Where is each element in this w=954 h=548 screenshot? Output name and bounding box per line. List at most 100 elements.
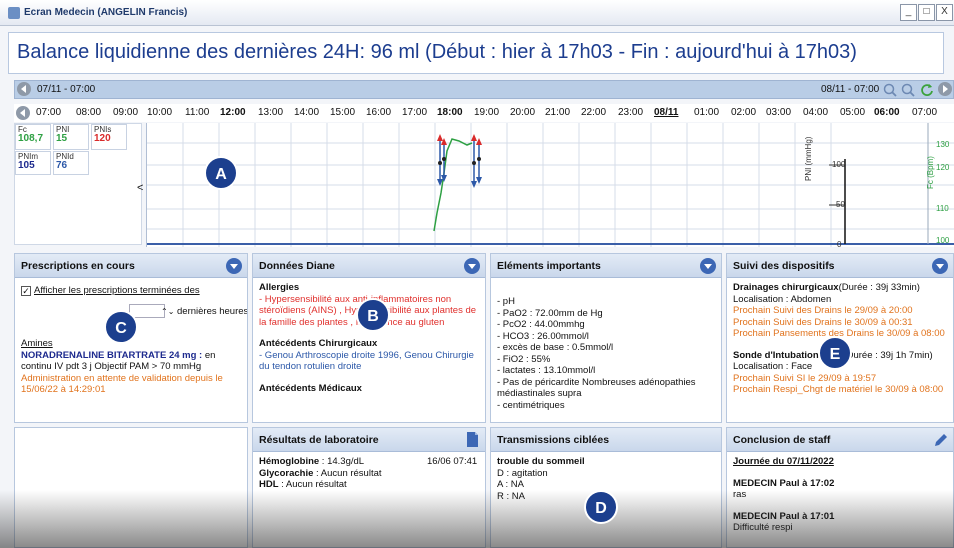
document-icon[interactable] [466,431,479,448]
intubation-next-item[interactable]: Prochain Respi_Chgt de matériel le 30/09… [733,384,949,396]
vital-pnim[interactable]: PNIm 105 [15,151,51,175]
intubation-duration: (Durée : 39j 1h 7min) [843,349,933,361]
show-finished-checkbox[interactable]: ✓ [21,286,31,296]
range-prev-icon[interactable] [17,82,31,96]
vital-fc[interactable]: Fc 108,7 [15,124,51,150]
hour-label: 05:00 [840,107,866,118]
key-element-line: - Pas de péricardite Nombreuses adénopat… [497,376,696,400]
lab-results-title: Résultats de laboratoire [259,434,379,446]
lab-results-panel: Résultats de laboratoire Hémoglobine : 1… [252,427,486,548]
conclusion-author: MEDECIN Paul à 17:01 [733,510,835,522]
hour-label: 14:00 [294,107,320,118]
conclusion-date: Journée du 07/11/2022 [733,456,834,467]
note-line: A : NA [497,479,524,490]
window-title: Ecran Medecin (ANGELIN Francis) [24,7,188,18]
drain-duration: (Durée : 39j 33min) [838,282,920,293]
marker-b: B [356,298,390,332]
note-line: D : agitation [497,467,548,479]
device-tracking-title: Suivi des dispositifs [733,260,835,272]
pni-series [437,134,482,188]
hour-label: 18:00 [437,107,463,118]
edit-pencil-icon[interactable] [933,432,949,448]
chart-grid [147,123,954,247]
key-element-line: - FiO2 : 55% [497,353,551,365]
device-tracking-menu-icon[interactable] [932,258,948,274]
timeline-range-bar: 07/11 - 07:00 08/11 - 07:00 [14,80,954,99]
zoom-in-icon[interactable] [883,83,897,97]
spinner-arrows-icon[interactable]: ⌃⌄ [161,306,174,318]
note-topic[interactable]: trouble du sommeil [497,456,717,468]
hour-label: 06:00 [874,107,900,118]
close-button[interactable]: X [936,4,953,21]
patient-data-menu-icon[interactable] [464,258,480,274]
drain-next-item[interactable]: Prochain Suivi des Drains le 29/09 à 20:… [733,305,949,317]
zoom-out-icon[interactable] [901,83,915,97]
hour-label: 01:00 [694,107,720,118]
fluid-balance-text: Balance liquidienne des dernières 24H: 9… [17,41,857,63]
vitals-chart-canvas: PNI (mmHg) 100 50 0 Fc (Bpm) 130 120 110… [147,123,954,249]
prescriptions-title: Prescriptions en cours [21,260,135,272]
lab-row[interactable]: Hémoglobine : 14.3g/dL 16/06 07:41 [259,456,481,468]
fc-tick: 100 [936,236,950,245]
targeted-notes-panel: Transmissions ciblées trouble du sommeil… [490,427,722,548]
hour-label: 11:00 [185,107,210,118]
key-element-line: - PaO2 : 72.00mm de Hg [497,307,603,319]
conclusion-text: Difficulté respi [733,522,793,533]
fc-axis-label: Fc (Bpm) [926,156,935,189]
fluid-balance-banner: Balance liquidienne des dernières 24H: 9… [8,32,944,74]
marker-c: C [104,310,138,344]
minimize-button[interactable]: _ [900,4,917,21]
hour-label: 20:00 [510,107,536,118]
fc-tick: 120 [936,163,950,172]
hour-label: 02:00 [731,107,757,118]
hours-prev-icon[interactable] [16,106,30,120]
patient-data-panel: Données Diane Allergies - Hypersensibili… [252,253,486,423]
fc-tick: 130 [936,140,950,149]
key-element-line: - pH [497,296,515,307]
surgical-history-text: - Genou Arthroscopie droite 1996, Genou … [259,349,474,373]
key-elements-menu-icon[interactable] [700,258,716,274]
prescription-status: Administration en attente de validation … [21,372,223,396]
marker-d: D [584,490,618,524]
hour-label: 07:00 [912,107,938,118]
hour-label: 17:00 [402,107,428,118]
conclusion-author: MEDECIN Paul à 17:02 [733,477,835,489]
key-elements-panel: Eléments importants - pH - PaO2 : 72.00m… [490,253,722,423]
conclusion-text: ras [733,489,747,500]
pni-axis-label: PNI (mmHg) [804,136,813,181]
hour-label: 15:00 [330,107,356,118]
refresh-icon[interactable] [920,83,934,97]
staff-conclusion-panel: Conclusion de staff Journée du 07/11/202… [726,427,954,548]
pni-axis: PNI (mmHg) 100 50 0 [804,136,846,249]
range-end-label: 08/11 - 07:00 [821,84,880,95]
vitals-chart: PNI (mmHg) 100 50 0 Fc (Bpm) 130 120 110… [146,123,954,249]
vital-pnid[interactable]: PNId 76 [53,151,89,175]
vital-pni[interactable]: PNI 15 [53,124,89,150]
intubation-next-item[interactable]: Prochain Suivi SI le 29/09 à 19:57 [733,373,949,385]
range-next-icon[interactable] [938,82,952,96]
hour-label: 19:00 [474,107,500,118]
medical-history-heading: Antécédents Médicaux [259,382,362,394]
hour-label: 12:00 [220,107,246,118]
app-icon [8,7,20,19]
empty-panel [14,427,248,548]
key-element-line: - centimétriques [497,399,565,411]
hour-scale: 07:00 08:00 09:00 10:00 11:00 12:00 13:0… [14,104,954,122]
hour-label: 13:00 [258,107,284,118]
hours-suffix: dernières heures [177,306,248,317]
prescriptions-menu-icon[interactable] [226,258,242,274]
vital-pnis[interactable]: PNIs 120 [91,124,127,150]
collapse-chart-toggle[interactable]: < [137,182,143,194]
maximize-button[interactable]: □ [918,4,935,21]
staff-conclusion-title: Conclusion de staff [733,434,831,446]
fc-tick: 110 [936,204,949,213]
hour-label: 04:00 [803,107,829,118]
hour-label: 22:00 [581,107,607,118]
range-start-label: 07/11 - 07:00 [37,84,96,95]
lab-row[interactable]: Glycorachie : Aucun résultat [259,468,481,480]
lab-row[interactable]: HDL : Aucun résultat [259,479,481,491]
hour-label: 07:00 [36,107,62,118]
prescription-item[interactable]: NORADRENALINE BITARTRATE 24 mg : en cont… [21,350,241,373]
drain-next-item[interactable]: Prochain Suivi des Drains le 30/09 à 00:… [733,317,949,329]
hour-label: 16:00 [366,107,392,118]
